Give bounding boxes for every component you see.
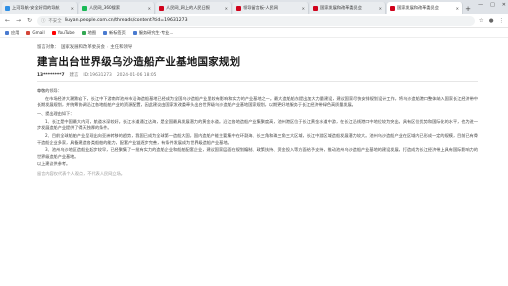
message-body: 尊敬的领导： 在市场经济大潮跌宕下，长江中下游南岸池州市沿海造船基地已经成为全国… — [37, 88, 478, 168]
apps-icon — [5, 30, 9, 35]
toolbar-actions: ☆ ● ⋮ — [479, 18, 504, 24]
paragraph: 3、池州乌沙地区造船业起步较早，已经聚集了一批有实力的造船企业和船舶配套企业，建… — [37, 147, 478, 159]
bookmark-service[interactable]: 服务研究生·专业... — [132, 30, 173, 36]
browser-tab[interactable]: 上河导航-安全好用的导航 ✕ — [2, 2, 78, 14]
footnote: 留言内容仅代表个人观点，不代表人民网立场。 — [37, 170, 125, 176]
browser-toolbar: ← → ↻ ⓘ 不安全 liuyan.people.com.cn/threads… — [0, 14, 508, 28]
paragraph: 尊敬的领导： — [37, 88, 62, 93]
star-icon[interactable]: ☆ — [479, 18, 484, 24]
close-icon[interactable]: ✕ — [456, 6, 459, 11]
close-window-icon[interactable]: ✕ — [502, 2, 506, 8]
tab-strip: 上河导航-安全好用的导航 ✕ 人民网_360搜索 ✕ 人民网_网上的人民日报 ✕… — [0, 0, 508, 14]
author: 13********7 — [37, 72, 65, 78]
paragraph: 以上建议供参考。 — [37, 161, 71, 167]
tab-title: 上河导航-安全好用的导航 — [12, 5, 60, 10]
close-icon[interactable]: ✕ — [379, 6, 382, 11]
minimize-icon[interactable]: — — [478, 2, 483, 8]
page-title: 建言出台世界级乌沙造船产业基地国家规划 — [37, 56, 241, 68]
paragraph: 在市场经济大潮跌宕下，长江中下游南岸池州市沿海造船基地已经成为全国乌沙造船产业里… — [37, 95, 478, 108]
favicon-icon — [236, 5, 241, 11]
gmail-icon — [26, 30, 31, 35]
message-meta: 13********7 建言 ID:19631273 2024-01-06 18… — [37, 72, 478, 79]
bookmark-gmail[interactable]: Gmail — [26, 30, 45, 35]
address-bar[interactable]: ⓘ 不安全 liuyan.people.com.cn/threads/conte… — [37, 15, 475, 26]
message-date: 2024-01-06 18:05 — [116, 72, 157, 78]
tab-title: 人民网_网上的人民日报 — [166, 5, 210, 10]
favicon-icon — [82, 5, 87, 11]
breadcrumb-subtarget[interactable]: 主任和领导 — [110, 44, 132, 50]
message-page: 留言对象： 国家发展和改革委员会 , 主任和领导 建言出台世界级乌沙造船产业基地… — [0, 38, 508, 177]
browser-tab[interactable]: 人民网_360搜索 ✕ — [79, 2, 155, 14]
folder-icon — [132, 30, 137, 35]
bookmarks-bar: 应用 Gmail YouTube 地图 新标签页 服务研究生·专业... — [0, 28, 508, 38]
breadcrumb-target[interactable]: 国家发展和改革委员会 — [61, 44, 105, 50]
close-icon[interactable]: ✕ — [225, 6, 228, 11]
close-icon[interactable]: ✕ — [148, 6, 151, 11]
breadcrumb-label: 留言对象： — [37, 45, 59, 50]
newtab-icon — [103, 30, 108, 35]
browser-tab-active[interactable]: 国家发展和改革委员会 ✕ — [387, 2, 463, 14]
bookmark-apps[interactable]: 应用 — [5, 30, 19, 36]
message-id: ID:19631273 — [83, 72, 112, 78]
maximize-icon[interactable]: □ — [490, 2, 495, 8]
favicon-icon — [159, 5, 164, 11]
paragraph: 1、长江是中国最大内河，航道水深较好。长江水道通江达海，是全国最具发展潜力的黄金… — [37, 119, 478, 131]
browser-tab[interactable]: 人民网_网上的人民日报 ✕ — [156, 2, 232, 14]
back-icon[interactable]: ← — [4, 17, 11, 24]
menu-icon[interactable]: ⋮ — [499, 18, 505, 24]
new-tab-button[interactable]: + — [464, 4, 472, 14]
not-secure-icon[interactable]: ⓘ — [41, 18, 45, 24]
bookmark-newtab[interactable]: 新标签页 — [103, 30, 126, 36]
close-icon[interactable]: ✕ — [302, 6, 305, 11]
browser-tab[interactable]: 领导留言板-人民网 ✕ — [233, 2, 309, 14]
browser-tab[interactable]: 国家发展和改革委员会 ✕ — [310, 2, 386, 14]
reload-icon[interactable]: ↻ — [26, 17, 33, 24]
message-tag: 建言 — [69, 73, 79, 78]
security-label: 不安全 — [48, 18, 62, 24]
maps-icon — [81, 30, 86, 35]
breadcrumb: 留言对象： 国家发展和改革委员会 , 主任和领导 — [37, 44, 478, 50]
paragraph: 一、提出理由如下： — [37, 111, 75, 117]
forward-icon[interactable]: → — [15, 17, 22, 24]
favicon-icon — [313, 5, 318, 11]
tab-title: 国家发展和改革委员会 — [397, 5, 439, 10]
favicon-icon — [390, 5, 395, 11]
tab-title: 国家发展和改革委员会 — [320, 5, 362, 10]
breadcrumb-separator: , — [106, 44, 109, 49]
favicon-icon — [5, 5, 10, 11]
youtube-icon — [51, 30, 56, 35]
window-controls: — □ ✕ — [478, 2, 506, 8]
paragraph: 2、目前全球船舶产业呈现出向亚洲转移的趋势，我国已成为全球第一造船大国，国内造船… — [37, 133, 478, 145]
url-text[interactable]: liuyan.people.com.cn/threads/content?tid… — [65, 18, 188, 23]
close-icon[interactable]: ✕ — [71, 6, 74, 11]
divider — [37, 81, 478, 82]
profile-icon[interactable]: ● — [489, 18, 494, 24]
bookmark-youtube[interactable]: YouTube — [51, 30, 75, 35]
tab-title: 人民网_360搜索 — [89, 5, 121, 10]
tab-title: 领导留言板-人民网 — [243, 5, 279, 10]
bookmark-maps[interactable]: 地图 — [81, 30, 96, 36]
